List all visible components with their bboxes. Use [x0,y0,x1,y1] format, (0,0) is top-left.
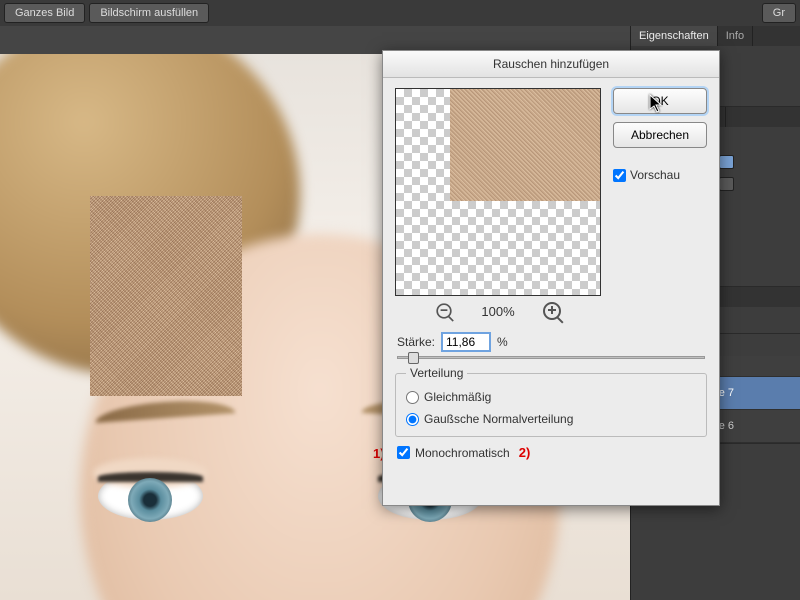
strength-slider[interactable] [397,356,705,359]
slider-thumb[interactable] [408,352,419,364]
gaussian-radio-row[interactable]: Gaußsche Normalverteilung [406,410,696,428]
uniform-radio[interactable] [406,391,419,404]
monochromatic-label: Monochromatisch [415,446,510,460]
adjustment-icon[interactable] [719,177,734,191]
distribution-legend: Verteilung [406,366,467,380]
fill-screen-button[interactable]: Bildschirm ausfüllen [89,3,209,23]
monochromatic-checkbox[interactable] [397,446,410,459]
noise-layer-preview [90,196,242,396]
preview-noise-region [450,89,600,201]
options-bar: Ganzes Bild Bildschirm ausfüllen Gr [0,0,800,26]
photo-eye [98,472,203,520]
uniform-label: Gleichmäßig [424,390,491,404]
gaussian-radio[interactable] [406,413,419,426]
gaussian-label: Gaußsche Normalverteilung [424,412,573,426]
dialog-title: Rauschen hinzufügen [383,51,719,78]
zoom-out-icon[interactable] [437,303,452,318]
cancel-button[interactable]: Abbrechen [613,122,707,148]
preview-checkbox-label: Vorschau [630,168,680,182]
preview-checkbox[interactable] [613,169,626,182]
zoom-in-icon[interactable] [543,302,561,320]
uniform-radio-row[interactable]: Gleichmäßig [406,388,696,406]
ok-button[interactable]: OK [613,88,707,114]
partial-right-button[interactable]: Gr [762,3,796,23]
dialog-preview[interactable] [395,88,601,296]
distribution-fieldset: Verteilung Gleichmäßig Gaußsche Normalve… [395,373,707,437]
preview-checkbox-row[interactable]: Vorschau [613,168,707,182]
adjustment-icon[interactable] [719,155,734,169]
fit-whole-button[interactable]: Ganzes Bild [4,3,85,23]
annotation-2: 2) [519,445,531,460]
strength-unit: % [497,335,508,349]
zoom-percent: 100% [481,304,514,319]
tab-info[interactable]: Info [718,26,753,46]
add-noise-dialog: Rauschen hinzufügen 100% OK Abbrechen Vo… [382,50,720,506]
strength-input[interactable] [441,332,491,352]
tab-properties[interactable]: Eigenschaften [631,26,718,46]
strength-label: Stärke: [397,335,435,349]
